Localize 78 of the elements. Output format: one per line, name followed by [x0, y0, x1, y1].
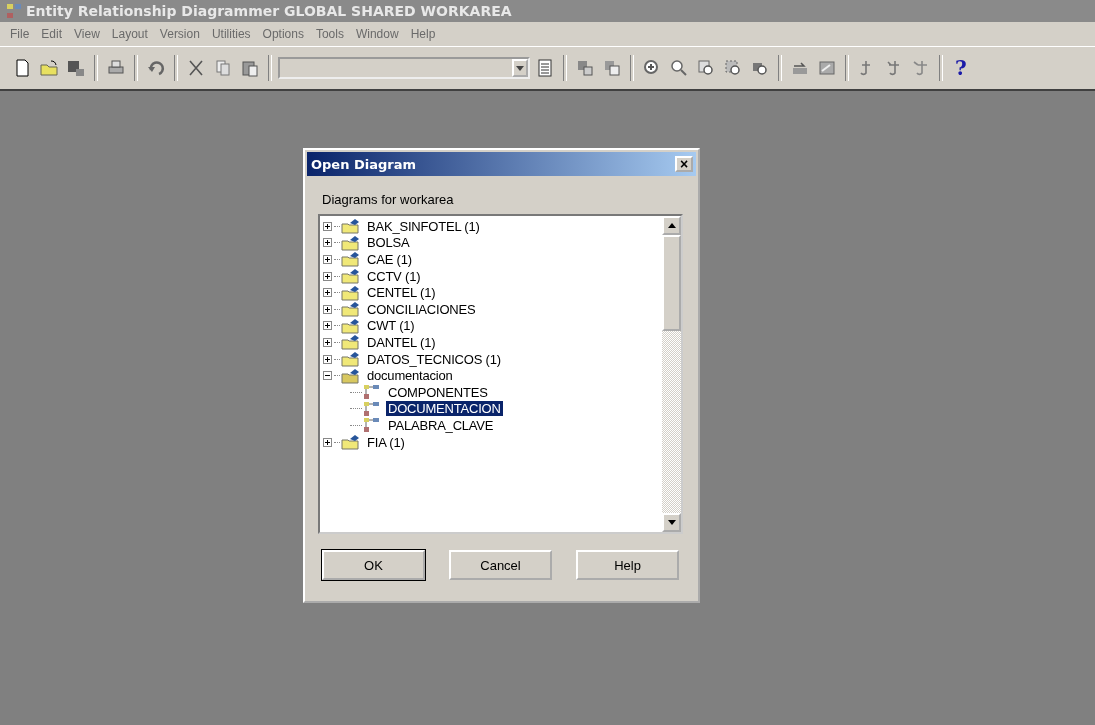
menu-item[interactable]: File: [4, 25, 36, 43]
help-button[interactable]: ?: [949, 56, 973, 80]
menu-item[interactable]: Tools: [309, 25, 350, 43]
dialog-button[interactable]: OK: [322, 550, 425, 580]
expand-icon[interactable]: [323, 271, 332, 281]
tree-item[interactable]: documentacion: [365, 368, 455, 384]
app-icon: [6, 3, 22, 19]
scroll-thumb[interactable]: [662, 235, 681, 331]
folder-icon: [341, 284, 361, 301]
scissors-icon[interactable]: [186, 58, 206, 78]
folder-icon: [341, 434, 361, 450]
diagram-icon: [362, 400, 382, 417]
tree-item[interactable]: DATOS_TECNICOS (1): [365, 351, 503, 367]
scrollbar[interactable]: [662, 216, 681, 532]
folder-icon: [341, 334, 361, 351]
menu-item[interactable]: Edit: [35, 25, 69, 43]
tree-item[interactable]: CAE (1): [365, 252, 414, 267]
save-icon[interactable]: [66, 58, 86, 78]
zoom-page-icon[interactable]: [723, 58, 743, 78]
expand-icon[interactable]: [323, 304, 332, 314]
folder-icon: [341, 234, 361, 251]
folder-icon: [341, 351, 361, 368]
folder-icon: [341, 251, 361, 268]
dialog-title: Open Diagram: [311, 156, 416, 172]
menu-item[interactable]: Help: [404, 25, 442, 43]
tree-item[interactable]: COMPONENTES: [386, 384, 490, 400]
tree-item[interactable]: CENTEL (1): [365, 285, 438, 301]
close-button[interactable]: ×: [675, 156, 693, 172]
expand-icon[interactable]: [323, 354, 332, 364]
menu-item[interactable]: Options: [256, 25, 310, 43]
folder-icon: [341, 301, 361, 318]
expand-icon[interactable]: [323, 321, 332, 331]
menu-item[interactable]: View: [68, 25, 106, 43]
collapse-icon[interactable]: [323, 371, 332, 381]
table-icon[interactable]: [602, 58, 622, 78]
expand-icon[interactable]: [323, 255, 332, 264]
zoom-page-icon[interactable]: [696, 58, 716, 78]
list-icon[interactable]: [535, 58, 555, 78]
tree-item[interactable]: CWT (1): [365, 318, 417, 334]
menu-item[interactable]: Layout: [105, 25, 154, 43]
menu-item[interactable]: Utilities: [205, 25, 257, 43]
scroll-up-button[interactable]: [662, 216, 681, 235]
folder-icon: [341, 218, 361, 235]
folder-icon[interactable]: [39, 58, 59, 78]
tree-item[interactable]: BOLSA: [365, 235, 412, 251]
undo-icon[interactable]: [146, 58, 166, 78]
diagram-icon: [362, 417, 382, 434]
copy-icon[interactable]: [213, 58, 233, 78]
window-title: Entity Relationship Diagrammer GLOBAL SHARED WORKAREA: [26, 3, 512, 19]
tree-item[interactable]: DOCUMENTACION: [386, 401, 503, 417]
folder-icon: [341, 268, 361, 285]
down-arrow-icon: [667, 520, 676, 525]
tree-label: Diagrams for workarea: [322, 192, 455, 207]
dialog-button[interactable]: Help: [576, 550, 679, 580]
paste-icon[interactable]: [240, 58, 260, 78]
tree-item[interactable]: BAK_SINFOTEL (1): [365, 218, 482, 234]
table-icon[interactable]: [575, 58, 595, 78]
tree-item[interactable]: PALABRA_CLAVE: [386, 417, 496, 433]
expand-icon[interactable]: [323, 288, 332, 298]
expand-icon[interactable]: [323, 337, 332, 347]
tree-item[interactable]: CONCILIACIONES: [365, 301, 478, 317]
up-arrow-icon: [667, 223, 676, 228]
caret-icon: [516, 65, 524, 71]
expand-icon[interactable]: [323, 238, 332, 248]
layout-icon[interactable]: [817, 58, 837, 78]
tree-item[interactable]: DANTEL (1): [365, 334, 438, 350]
folder-icon: [341, 367, 361, 384]
diagram-icon: [362, 384, 382, 401]
dialog-button[interactable]: Cancel: [449, 550, 552, 580]
menu-item[interactable]: Version: [153, 25, 206, 43]
menu-item[interactable]: Window: [349, 25, 405, 43]
tree-item[interactable]: FIA (1): [365, 434, 407, 450]
zoom-out-icon[interactable]: [669, 58, 689, 78]
scroll-down-button[interactable]: [662, 513, 681, 532]
expand-icon[interactable]: [323, 437, 332, 447]
tree-item[interactable]: CCTV (1): [365, 268, 423, 284]
expand-icon[interactable]: [323, 221, 332, 231]
folder-icon: [341, 317, 361, 334]
